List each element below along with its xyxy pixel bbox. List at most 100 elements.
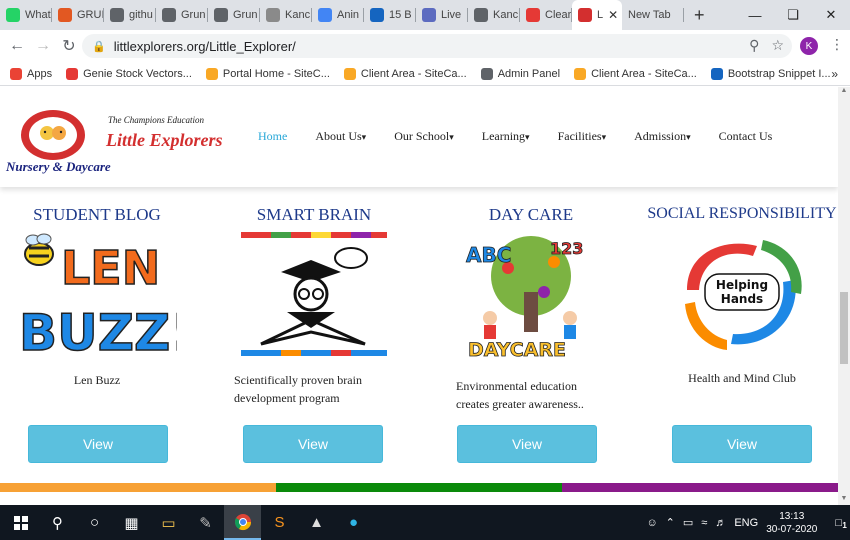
tab-label: Kanc [493,9,519,21]
tab-label: What [25,9,51,21]
close-window-icon[interactable]: ✕ [812,0,850,30]
browser-tab[interactable]: Live [416,0,468,30]
clock-time: 13:13 [779,510,805,522]
nav-item-our-school[interactable]: Our School▾ [394,129,454,144]
browser-tab[interactable]: Grun [208,0,260,30]
bookmark-item[interactable]: Portal Home - SiteC... [205,67,330,80]
bookmark-star-icon[interactable]: ☆ [771,37,784,54]
card-description: Health and Mind Club [688,371,796,385]
tab-close-icon[interactable]: ✕ [608,8,618,22]
nav-item-label: About Us [315,129,362,143]
tray-chevron-icon[interactable]: ⌃ [666,516,675,529]
forward-icon[interactable]: → [30,37,56,55]
nav-item-learning[interactable]: Learning▾ [482,129,530,144]
restore-icon[interactable]: ❏ [774,0,812,30]
school-logo[interactable] [20,109,86,161]
browser-tab-strip: What GRUI githu Grun Grun Kanc Anin 15 B Live Kan… [0,0,850,30]
little-explorers-icon [578,8,592,22]
volume-icon[interactable]: ♬ [715,517,726,529]
card-social-responsibility: SOCIAL RESPONSIBILITY Helping Hands Heal… [646,205,838,387]
browser-tab[interactable]: githu [104,0,156,30]
scroll-down-icon[interactable]: ▼ [838,495,850,505]
globe-icon [474,8,488,22]
nav-item-label: Contact Us [718,129,773,143]
sitecare-icon [574,67,587,80]
view-button-student-blog[interactable]: View [28,425,168,463]
view-button-day-care[interactable]: View [457,425,597,463]
daycare-image[interactable]: ABC 123 DAYCARE [456,231,606,361]
nav-item-home[interactable]: Home [258,129,287,144]
smart-brain-image[interactable] [234,231,394,361]
browser-tab[interactable]: Kanc [468,0,520,30]
browser-tab[interactable]: 15 B [364,0,416,30]
windows-start-icon[interactable] [2,505,39,540]
len-buzz-image[interactable]: LEN BUZZ! [8,231,186,361]
nav-item-facilities[interactable]: Facilities▾ [558,129,607,144]
caret-down-icon: ▾ [601,132,607,142]
notification-center-icon[interactable]: □ 1 [835,517,846,530]
minimize-icon[interactable]: — [736,0,774,30]
tab-label: Anin [337,9,360,21]
paint-icon[interactable]: ✎ [187,505,224,540]
site-name[interactable]: Little Explorers [106,130,223,151]
cortana-icon[interactable]: ○ [76,505,113,540]
back-icon[interactable]: ← [4,37,30,55]
browser-tab[interactable]: Kanc [260,0,312,30]
edge-icon[interactable]: ● [335,505,372,540]
browser-tab[interactable]: Anin [312,0,364,30]
browser-tab[interactable]: L ✕ [572,0,622,30]
new-tab-icon[interactable]: + [684,0,715,30]
caret-down-icon: ▾ [361,132,367,142]
tab-label: GRUI [77,9,104,21]
inkscape-icon[interactable]: ▲ [298,505,335,540]
bookmark-item[interactable]: Apps [10,67,53,80]
wifi-icon[interactable]: ≈ [701,517,707,529]
bookmark-item[interactable]: Genie Stock Vectors... [66,67,192,80]
bookmarks-more-icon[interactable]: » [831,67,838,81]
genie-icon [66,67,79,80]
view-button-social-responsibility[interactable]: View [672,425,812,463]
clock[interactable]: 13:13 30-07-2020 [766,510,817,536]
chrome-icon[interactable] [224,505,261,540]
page-scrollbar[interactable]: ▲ ▼ [838,87,850,505]
page-viewport: The Champions Education Little Explorers… [0,87,838,505]
file-explorer-icon[interactable]: ▭ [150,505,187,540]
search-icon[interactable]: ⚲ [39,505,76,540]
battery-icon[interactable]: ▭ [683,516,693,529]
bookmark-item[interactable]: Admin Panel [480,67,560,80]
helping-hands-image[interactable]: Helping Hands [646,229,838,359]
globe-icon [162,8,176,22]
language-indicator[interactable]: ENG [734,517,758,529]
browser-tab[interactable]: Clear [520,0,572,30]
caret-down-icon: ▾ [449,132,454,142]
browser-tab[interactable]: What [0,0,52,30]
browser-tab[interactable]: Grun [156,0,208,30]
bookmark-item[interactable]: Bootstrap Snippet I... [710,67,831,80]
url-bar[interactable]: 🔒 littlexplorers.org/Little_Explorer/ ⚲ … [82,34,792,58]
grid-icon [58,8,72,22]
browser-tab[interactable]: GRUI [52,0,104,30]
sublime-text-icon[interactable]: S [261,505,298,540]
scroll-thumb[interactable] [840,292,848,364]
nav-item-admission[interactable]: Admission▾ [634,129,691,144]
people-icon[interactable]: ☺ [646,517,657,529]
bookmark-label: Portal Home - SiteC... [222,67,330,80]
reload-icon[interactable]: ↻ [56,36,82,56]
bookmark-item[interactable]: Client Area - SiteCa... [574,67,697,80]
bookmark-label: Apps [27,67,53,80]
scroll-up-icon[interactable]: ▲ [838,87,850,97]
bookmark-item[interactable]: Client Area - SiteCa... [343,67,467,80]
caret-down-icon: ▾ [686,132,691,142]
view-button-smart-brain[interactable]: View [243,425,383,463]
menu-kebab-icon[interactable]: ⋮ [830,36,844,53]
nav-item-label: Facilities [557,129,602,143]
profile-avatar[interactable]: K [800,37,818,55]
browser-tab[interactable]: New Tab [622,0,684,30]
card-smart-brain: SMART BRAIN Scientifically proven brain … [234,205,394,407]
task-view-icon[interactable]: ▦ [113,505,150,540]
nav-item-contact-us[interactable]: Contact Us [719,129,773,144]
zoom-icon[interactable]: ⚲ [749,37,759,54]
doc-icon [266,8,280,22]
nav-item-about-us[interactable]: About Us▾ [315,129,366,144]
lock-icon[interactable]: 🔒 [92,40,106,53]
